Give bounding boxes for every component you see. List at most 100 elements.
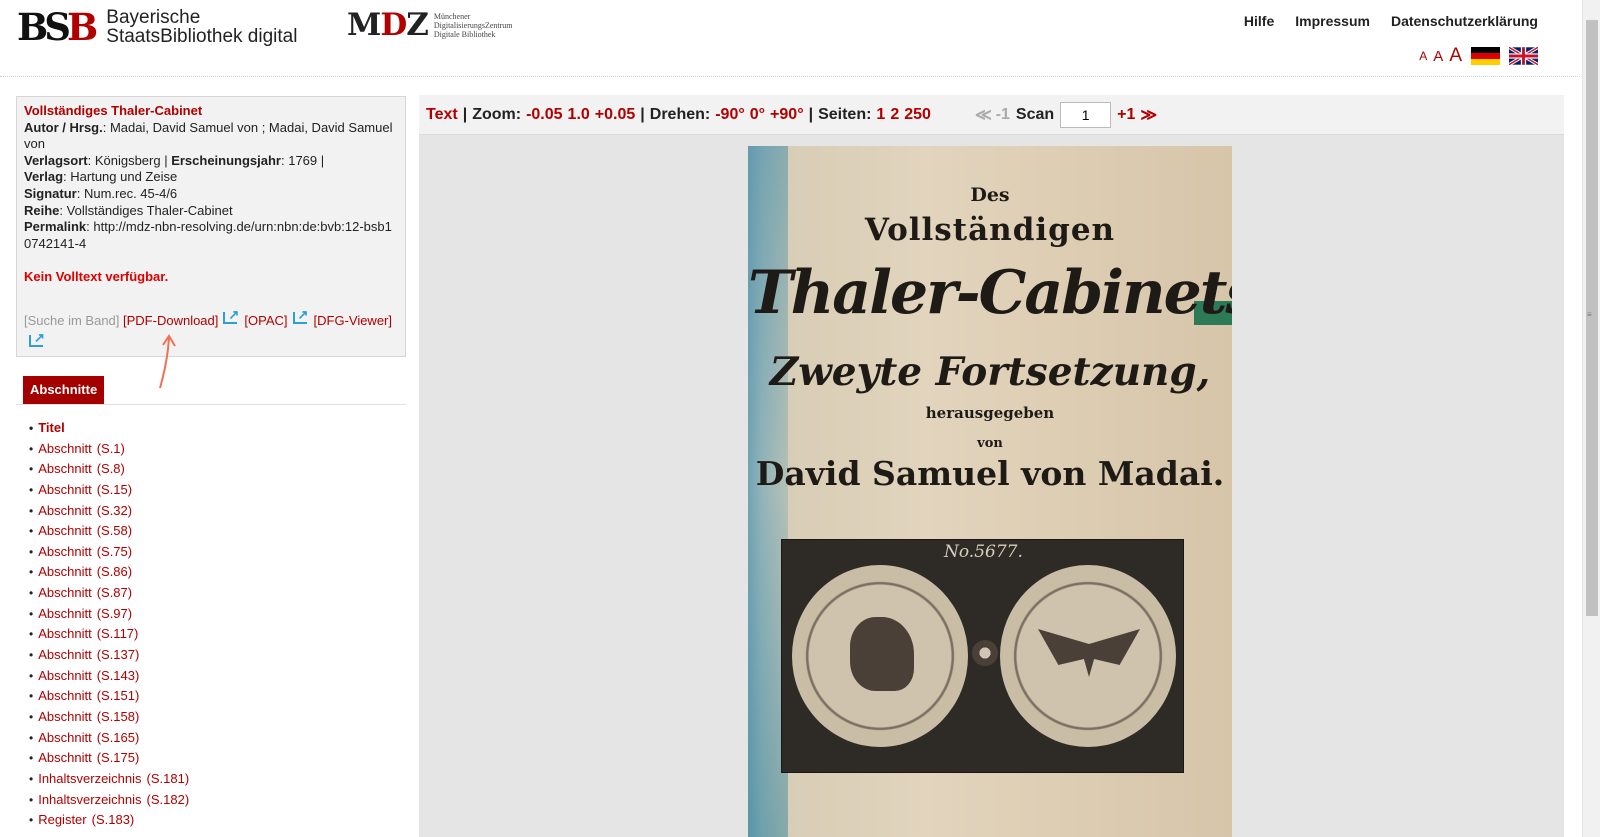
section-item[interactable]: Abschnitt(S.117) [29,624,189,645]
nav-imprint-link[interactable]: Impressum [1295,13,1370,29]
section-item[interactable]: Abschnitt(S.175) [29,748,189,769]
next-page-button[interactable]: +1 [1117,106,1135,124]
section-label: Abschnitt [38,440,92,456]
mdz-logo-text: Münchener DigitalisierungsZentrum Digita… [433,12,513,39]
opac-link[interactable]: [OPAC] [244,313,287,328]
section-label: Abschnitt [38,605,92,621]
series-line: Reihe: Vollständiges Thaler-Cabinet [24,202,233,218]
section-item[interactable]: Abschnitt(S.158) [29,707,189,728]
section-label: Abschnitt [38,461,92,477]
signature-line: Signatur: Num.rec. 45-4/6 [24,185,178,201]
section-item[interactable]: Abschnitt(S.86) [29,562,189,583]
scan-number-input[interactable] [1060,101,1112,128]
scan-text-thaler-cabinets: Thaler-Cabinets [748,258,1232,328]
section-page-ref: (S.58) [96,523,133,539]
section-item[interactable]: Abschnitt(S.75) [29,542,189,563]
toolbar-separator: | [462,105,468,123]
bsb-logo-mark: BSB [17,4,98,49]
section-page-ref: (S.32) [96,502,133,518]
last-page-icon[interactable]: ≫ [1140,105,1157,125]
font-size-medium-button[interactable]: A [1433,48,1443,65]
uk-flag-icon[interactable] [1509,47,1538,65]
section-item[interactable]: Abschnitt(S.1) [29,439,189,460]
thumbnails-button[interactable]: 250 [904,106,931,124]
section-page-ref: (S.151) [96,688,140,704]
section-label: Abschnitt [38,750,92,766]
section-page-ref: (S.8) [96,461,125,477]
mdz-logo[interactable]: MDZ Münchener DigitalisierungsZentrum Di… [347,10,513,41]
zoom-in-button[interactable]: +0.05 [595,106,635,124]
font-size-large-button[interactable]: A [1449,45,1462,67]
scan-text-von: von [977,436,1003,451]
nav-privacy-link[interactable]: Datenschutzerklärung [1391,13,1538,29]
nav-help-link[interactable]: Hilfe [1244,13,1274,29]
section-item[interactable]: Abschnitt(S.15) [29,480,189,501]
text-view-link[interactable]: Text [426,106,458,124]
sections-tab[interactable]: Abschnitte [23,376,105,404]
section-label: Abschnitt [38,481,92,497]
rotate-label: Drehen: [649,105,711,123]
section-item[interactable]: Inhaltsverzeichnis(S.181) [29,769,189,790]
section-item[interactable]: Abschnitt(S.137) [29,645,189,666]
previous-page-button: -1 [995,105,1010,123]
no-fulltext-notice: Kein Volltext verfügbar. [24,269,169,285]
scan-text-herausgegeben: herausgegeben [925,404,1055,422]
double-page-button[interactable]: 2 [890,106,899,124]
coin-engraving: No.5677. [781,539,1184,773]
section-label: Register [38,812,87,828]
pdf-download-link[interactable]: [PDF-Download] [123,313,218,328]
viewer-toolbar: Text | Zoom: -0.05 1.0 +0.05 | Drehen: -… [419,95,1564,135]
section-item[interactable]: Abschnitt(S.97) [29,604,189,625]
section-list: TitelAbschnitt(S.1)Abschnitt(S.8)Abschni… [29,418,189,831]
section-item[interactable]: Abschnitt(S.165) [29,728,189,749]
section-page-ref: (S.165) [96,729,140,745]
external-link-icon[interactable] [29,327,46,349]
section-page-ref: (S.181) [146,770,190,786]
dfg-viewer-link[interactable]: [DFG-Viewer] [314,313,393,328]
page-scan-image[interactable]: Des Vollständigen Thaler-Cabinets Zweyte… [748,146,1232,837]
section-label: Inhaltsverzeichnis [38,791,142,807]
rotate-right-button[interactable]: +90° [770,106,804,124]
section-page-ref: (S.86) [96,564,133,580]
section-item[interactable]: Abschnitt(S.8) [29,459,189,480]
first-page-icon: ≪ [974,106,992,124]
section-label: Abschnitt [38,626,92,642]
page-scrollbar[interactable]: ≡ [1582,0,1600,837]
page-viewer: Text | Zoom: -0.05 1.0 +0.05 | Drehen: -… [419,95,1564,837]
section-label: Abschnitt [38,647,92,663]
section-page-ref: (S.75) [96,543,133,559]
section-page-ref: (S.1) [96,440,125,456]
zoom-out-button[interactable]: -0.05 [526,106,562,124]
section-item[interactable]: Abschnitt(S.32) [29,501,189,522]
font-size-and-language: A A A [1413,45,1538,67]
section-item[interactable]: Register(S.183) [29,810,189,831]
toolbar-separator: | [640,105,645,123]
external-link-icon[interactable] [223,304,240,326]
pages-label: Seiten: [818,105,872,123]
section-label: Inhaltsverzeichnis [38,770,142,786]
section-label: Abschnitt [38,585,92,601]
rotate-left-button[interactable]: -90° [715,106,745,124]
section-item[interactable]: Titel [29,418,189,439]
rotate-reset-button[interactable]: 0° [750,106,765,124]
section-label: Abschnitt [38,729,92,745]
scan-text-vollstaendigen: Vollständigen [864,212,1116,248]
section-item[interactable]: Inhaltsverzeichnis(S.182) [29,790,189,811]
section-item[interactable]: Abschnitt(S.143) [29,666,189,687]
section-label: Abschnitt [38,688,92,704]
german-flag-icon[interactable] [1471,47,1500,65]
mdz-logo-mark: MDZ [347,7,429,43]
section-item[interactable]: Abschnitt(S.151) [29,686,189,707]
publisher-line: Verlag: Hartung und Zeise [24,169,178,185]
section-item[interactable]: Abschnitt(S.87) [29,583,189,604]
zoom-label: Zoom: [472,105,522,123]
single-page-button[interactable]: 1 [876,106,885,124]
external-link-icon[interactable] [292,304,310,326]
section-page-ref: (S.143) [96,667,140,683]
zoom-reset-button[interactable]: 1.0 [568,106,590,124]
section-item[interactable]: Abschnitt(S.58) [29,521,189,542]
section-label: Abschnitt [38,667,92,683]
section-page-ref: (S.87) [96,585,133,601]
font-size-small-button[interactable]: A [1419,49,1427,63]
bsb-logo[interactable]: BSB Bayerische StaatsBibliothek digital [17,8,297,46]
